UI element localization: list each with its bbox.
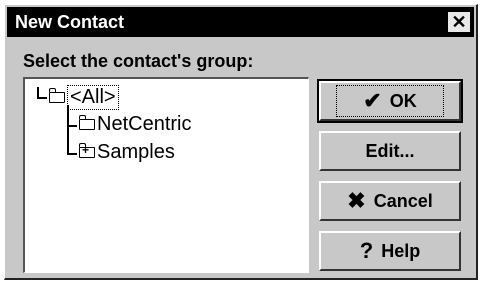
- tree-connector: [37, 97, 47, 99]
- tree-node-all[interactable]: <All>: [48, 85, 119, 110]
- edit-button-label: Edit...: [365, 140, 415, 161]
- new-contact-dialog: New Contact ✕ Select the contact's group…: [4, 4, 478, 280]
- title-bar: New Contact ✕: [7, 7, 474, 37]
- tree-node-label: <All>: [67, 85, 119, 110]
- open-folder-icon: [48, 88, 65, 103]
- checkmark-icon: ✔: [363, 88, 382, 113]
- help-button-label: Help: [381, 240, 421, 261]
- folder-plus-icon: [78, 143, 95, 158]
- ok-button-label: OK: [389, 90, 417, 111]
- tree-node-label: Samples: [97, 141, 175, 163]
- tree-node-netcentric[interactable]: NetCentric: [78, 113, 192, 136]
- cancel-button-label: Cancel: [373, 190, 433, 211]
- tree-node-label: NetCentric: [97, 113, 192, 135]
- ok-button[interactable]: ✔ OK: [317, 79, 463, 123]
- help-button[interactable]: ? Help: [319, 231, 461, 271]
- folder-icon: [78, 115, 95, 130]
- tree-connector: [37, 87, 39, 97]
- close-button[interactable]: ✕: [447, 11, 471, 33]
- tree-connector: [67, 125, 77, 127]
- close-icon: ✕: [451, 12, 467, 32]
- x-icon: ✖: [347, 188, 366, 213]
- tree-connector: [67, 105, 69, 153]
- group-prompt-label: Select the contact's group:: [23, 51, 254, 71]
- tree-connector: [67, 153, 77, 155]
- group-tree[interactable]: <All> NetCentric Samples: [23, 77, 309, 273]
- cancel-button[interactable]: ✖ Cancel: [319, 181, 461, 221]
- edit-button[interactable]: Edit...: [319, 131, 461, 171]
- window-title: New Contact: [15, 12, 125, 32]
- tree-node-samples[interactable]: Samples: [78, 141, 175, 164]
- question-icon: ?: [359, 238, 374, 263]
